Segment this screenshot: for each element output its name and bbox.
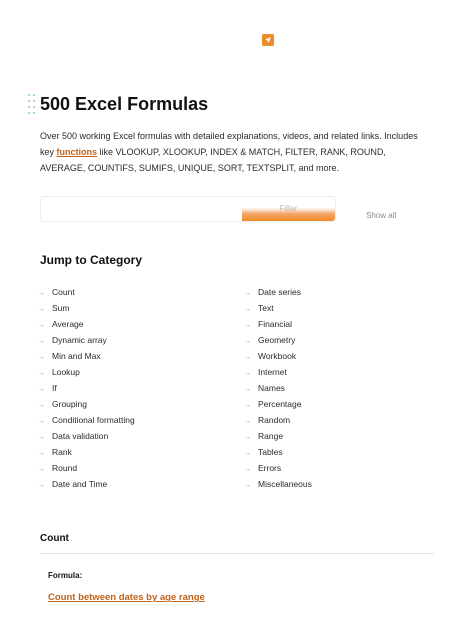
category-label: Count [52,287,75,297]
category-link[interactable]: → Text [244,300,312,316]
category-link[interactable]: → Grouping [38,396,135,412]
category-label: Sum [52,303,70,313]
category-label: Range [258,431,284,441]
category-label: Geometry [258,335,296,345]
category-label: Financial [258,319,293,329]
category-link[interactable]: → Dynamic array [38,332,135,348]
category-label: Grouping [52,399,87,409]
category-link[interactable]: → Average [38,316,135,332]
category-label: If [52,383,57,393]
arrow-right-icon: → [38,482,45,489]
category-label: Names [258,383,285,393]
show-all-link[interactable]: Show all [366,211,396,220]
category-label: Random [258,415,291,425]
category-link[interactable]: → Conditional formatting [38,412,135,428]
category-label: Errors [258,463,282,473]
category-link[interactable]: → Geometry [244,332,312,348]
page-title: 500 Excel Formulas [40,94,209,114]
category-label: Tables [258,447,283,457]
category-label: Round [52,463,78,473]
decorative-dots [28,94,38,118]
section-title-count: Count [40,533,69,544]
category-label: Dynamic array [52,335,107,345]
formula-label: Formula: [48,571,83,580]
category-label: Average [52,319,84,329]
category-link[interactable]: → Tables [244,444,312,460]
category-link[interactable]: → Random [244,412,312,428]
category-label: Data validation [52,431,109,441]
category-link[interactable]: → Round [38,460,135,476]
category-link[interactable]: → If [38,380,135,396]
category-link[interactable]: → Names [244,380,312,396]
category-link[interactable]: → Date and Time [38,476,135,492]
category-link[interactable]: → Miscellaneous [244,476,312,492]
category-label: Lookup [52,367,80,377]
category-label: Date and Time [52,479,108,489]
filter-form: Filter [40,196,336,222]
category-label: Percentage [258,399,302,409]
divider [40,553,434,554]
filter-input[interactable] [43,199,243,219]
category-label: Internet [258,367,287,377]
category-link[interactable]: → Data validation [38,428,135,444]
category-label: Miscellaneous [258,479,312,489]
filter-button[interactable]: Filter [242,197,335,221]
category-link[interactable]: → Count [38,284,135,300]
category-label: Text [258,303,274,313]
formula-link[interactable]: Count between dates by age range [48,592,205,603]
intro-text: Over 500 working Excel formulas with det… [40,128,430,176]
logo-icon[interactable] [262,34,274,46]
category-link[interactable]: → Rank [38,444,135,460]
category-link[interactable]: → Percentage [244,396,312,412]
category-link[interactable]: → Min and Max [38,348,135,364]
category-label: Date series [258,287,301,297]
category-link[interactable]: → Lookup [38,364,135,380]
category-label: Min and Max [52,351,101,361]
category-label: Rank [52,447,72,457]
jump-to-category-heading: Jump to Category [40,253,143,267]
category-link[interactable]: → Internet [244,364,312,380]
functions-link[interactable]: functions [57,147,98,157]
category-label: Workbook [258,351,297,361]
arrow-right-icon: → [244,482,251,489]
category-link[interactable]: → Financial [244,316,312,332]
category-list-right: → Date series → Text → Financial → Geometry → Wor… [244,284,312,492]
category-label: Conditional formatting [52,415,135,425]
category-link[interactable]: → Sum [38,300,135,316]
category-link[interactable]: → Workbook [244,348,312,364]
category-link[interactable]: → Date series [244,284,312,300]
category-list-left: → Count → Sum → Average → Dynamic array → Min and… [38,284,135,492]
category-link[interactable]: → Errors [244,460,312,476]
category-link[interactable]: → Range [244,428,312,444]
